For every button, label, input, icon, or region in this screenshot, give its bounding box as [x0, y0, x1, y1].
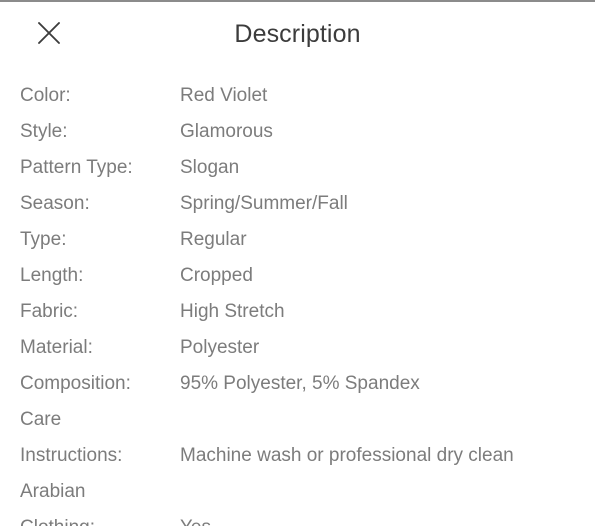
- spec-value: Spring/Summer/Fall: [180, 193, 348, 214]
- spec-row: Color: Red Violet: [0, 78, 595, 114]
- spec-value: Regular: [180, 229, 247, 250]
- spec-label: Fabric:: [20, 301, 79, 322]
- spec-label: Style:: [20, 121, 68, 142]
- spec-row: Style: Glamorous: [0, 114, 595, 150]
- spec-label: Pattern Type:: [20, 157, 133, 178]
- spec-label: Season:: [20, 193, 90, 214]
- spec-row: Season: Spring/Summer/Fall: [0, 186, 595, 222]
- spec-label: Type:: [20, 229, 67, 250]
- spec-value: 95% Polyester, 5% Spandex: [180, 373, 420, 394]
- spec-value: Slogan: [180, 157, 240, 178]
- spec-label: Care Instructions:: [20, 409, 123, 466]
- spec-row: Pattern Type: Slogan: [0, 150, 595, 186]
- spec-row: Composition: 95% Polyester, 5% Spandex: [0, 366, 595, 402]
- spec-value: Red Violet: [180, 85, 268, 106]
- spec-label: Composition:: [20, 373, 131, 394]
- spec-value: Machine wash or professional dry clean: [180, 445, 514, 466]
- spec-row: Fabric: High Stretch: [0, 294, 595, 330]
- spec-row: Care Instructions: Machine wash or profes…: [0, 402, 595, 474]
- page-title: Description: [234, 20, 361, 48]
- spec-value: Yes: [180, 510, 581, 526]
- spec-row: Type: Regular: [0, 222, 595, 258]
- modal-header: Description: [0, 2, 595, 66]
- spec-label: Length:: [20, 265, 84, 286]
- spec-list: Color: Red Violet Style: Glamorous Pattern T…: [0, 78, 595, 526]
- spec-value: Glamorous: [180, 121, 273, 142]
- spec-row: Length: Cropped: [0, 258, 595, 294]
- spec-value: Polyester: [180, 337, 260, 358]
- spec-value: High Stretch: [180, 301, 285, 322]
- spec-label: Color:: [20, 85, 71, 106]
- spec-label: Material:: [20, 337, 93, 358]
- spec-label: Arabian Clothing:: [20, 481, 95, 526]
- description-modal: Description Color: Red Violet Style: Glamor…: [0, 0, 595, 526]
- spec-value: Cropped: [180, 265, 253, 286]
- spec-row: Arabian Clothing: Yes: [0, 474, 595, 526]
- spec-row: Material: Polyester: [0, 330, 595, 366]
